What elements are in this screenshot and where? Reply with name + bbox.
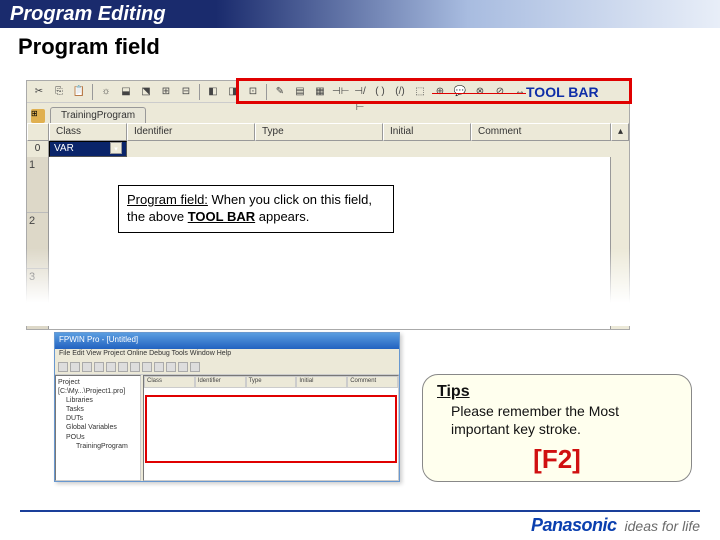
small-app-window: FPWIN Pro - [Untitled] File Edit View Pr… (54, 332, 400, 482)
tree-item[interactable]: TrainingProgram (58, 442, 138, 451)
scrollbar-v[interactable] (611, 157, 629, 329)
small-toolbar (55, 361, 399, 375)
tool-icon[interactable] (130, 362, 140, 372)
tool-icon[interactable] (58, 362, 68, 372)
tool-icon[interactable] (166, 362, 176, 372)
note-tail: appears. (255, 209, 309, 224)
small-grid-header: Class Identifier Type Initial Comment (144, 376, 398, 388)
tool-icon[interactable]: ▦ (311, 83, 329, 101)
tool-icon[interactable]: ⊞ (157, 83, 175, 101)
tree-item[interactable]: Project [C:\My...\Project1.pro] (58, 378, 138, 396)
separator (92, 84, 93, 100)
line-number: 3 (27, 269, 48, 325)
class-cell[interactable]: VAR▾ (49, 141, 127, 157)
small-col: Comment (347, 376, 398, 388)
explanation-box: Program field: When you click on this fi… (118, 185, 394, 233)
note-underline: TOOL BAR (188, 209, 255, 224)
tool-icon[interactable] (190, 362, 200, 372)
copy-icon[interactable]: ⎘ (50, 83, 68, 101)
coil-icon[interactable]: ( ) (371, 83, 389, 101)
tree-item[interactable]: Global Variables (58, 423, 138, 432)
tree-item[interactable]: Tasks (58, 405, 138, 414)
page-title: Program Editing (10, 3, 166, 26)
separator (199, 84, 200, 100)
tree-item[interactable]: Libraries (58, 396, 138, 405)
tool-icon[interactable] (82, 362, 92, 372)
col-initial[interactable]: Initial (383, 123, 471, 141)
header-bar: Program Editing (0, 0, 720, 28)
menu-bar[interactable]: File Edit View Project Online Debug Tool… (55, 349, 399, 361)
small-col: Identifier (195, 376, 246, 388)
tool-icon[interactable]: ⬓ (117, 83, 135, 101)
program-tab[interactable]: TrainingProgram (50, 107, 146, 123)
col-comment[interactable]: Comment (471, 123, 611, 141)
tool-icon[interactable]: ◧ (204, 83, 222, 101)
contact-icon[interactable]: ⊣/⊢ (351, 83, 369, 101)
tool-icon[interactable]: ◨ (224, 83, 242, 101)
tips-box: Tips Please remember the Most important … (422, 374, 692, 482)
brand-tagline: ideas for life (625, 518, 700, 534)
toolbar-label: TOOL BAR (526, 84, 599, 100)
tool-icon[interactable]: ⊕ (431, 83, 449, 101)
comment-icon[interactable]: 💬 (451, 83, 469, 101)
col-identifier[interactable]: Identifier (127, 123, 255, 141)
line-gutter: 1 2 3 (27, 157, 49, 329)
window-titlebar: FPWIN Pro - [Untitled] (55, 333, 399, 349)
tool-icon[interactable] (70, 362, 80, 372)
var-grid-header: Class Identifier Type Initial Comment ▴ (27, 123, 629, 141)
col-class[interactable]: Class (49, 123, 127, 141)
tool-icon[interactable] (94, 362, 104, 372)
dropdown-icon[interactable]: ▾ (110, 142, 122, 154)
row-number: 0 (27, 141, 49, 157)
project-tree[interactable]: Project [C:\My...\Project1.pro] Librarie… (55, 375, 141, 481)
col-rownum (27, 123, 49, 141)
tool-icon[interactable]: ☼ (97, 83, 115, 101)
contact-icon[interactable]: ⊣⊢ (331, 83, 349, 101)
tool-icon[interactable]: ⊘ (491, 83, 509, 101)
tool-icon[interactable]: ⊡ (244, 83, 262, 101)
small-highlight-box (145, 395, 397, 463)
tool-icon[interactable]: ⊟ (177, 83, 195, 101)
tool-icon[interactable] (118, 362, 128, 372)
coil-icon[interactable]: (/) (391, 83, 409, 101)
tree-item[interactable]: DUTs (58, 414, 138, 423)
small-col: Type (246, 376, 297, 388)
tool-icon[interactable]: ⊗ (471, 83, 489, 101)
line-number: 2 (27, 213, 48, 269)
note-bold: Program field: (127, 192, 208, 207)
small-col: Class (144, 376, 195, 388)
tab-icon: ⊞ (31, 109, 45, 123)
line-number: 1 (27, 157, 48, 213)
col-type[interactable]: Type (255, 123, 383, 141)
tips-key: [F2] (437, 444, 677, 475)
tool-icon[interactable] (154, 362, 164, 372)
callout-line (432, 93, 526, 94)
small-col: Initial (296, 376, 347, 388)
tab-row: ⊞ TrainingProgram (27, 103, 629, 123)
editor-body: 1 2 3 (27, 157, 629, 329)
tool-icon[interactable] (142, 362, 152, 372)
cut-icon[interactable]: ✂ (30, 83, 48, 101)
paste-icon[interactable]: 📋 (70, 83, 88, 101)
var-row[interactable]: 0 VAR▾ (27, 141, 629, 157)
scroll-up-icon[interactable]: ▴ (611, 123, 629, 141)
footer-logo: Panasonic ideas for life (531, 515, 700, 536)
tool-icon[interactable]: ▤ (291, 83, 309, 101)
edit-icon[interactable]: ✎ (271, 83, 289, 101)
footer-divider (20, 510, 700, 512)
tool-icon[interactable] (106, 362, 116, 372)
program-field[interactable] (49, 157, 611, 329)
subheading: Program field (0, 28, 720, 64)
separator (266, 84, 267, 100)
tips-title: Tips (437, 383, 677, 401)
brand-logo: Panasonic (531, 515, 617, 536)
tool-icon[interactable]: ⬚ (411, 83, 429, 101)
tool-icon[interactable]: ⬔ (137, 83, 155, 101)
tree-item[interactable]: POUs (58, 433, 138, 442)
tips-text: Please remember the Most important key s… (437, 403, 677, 438)
tool-icon[interactable] (178, 362, 188, 372)
